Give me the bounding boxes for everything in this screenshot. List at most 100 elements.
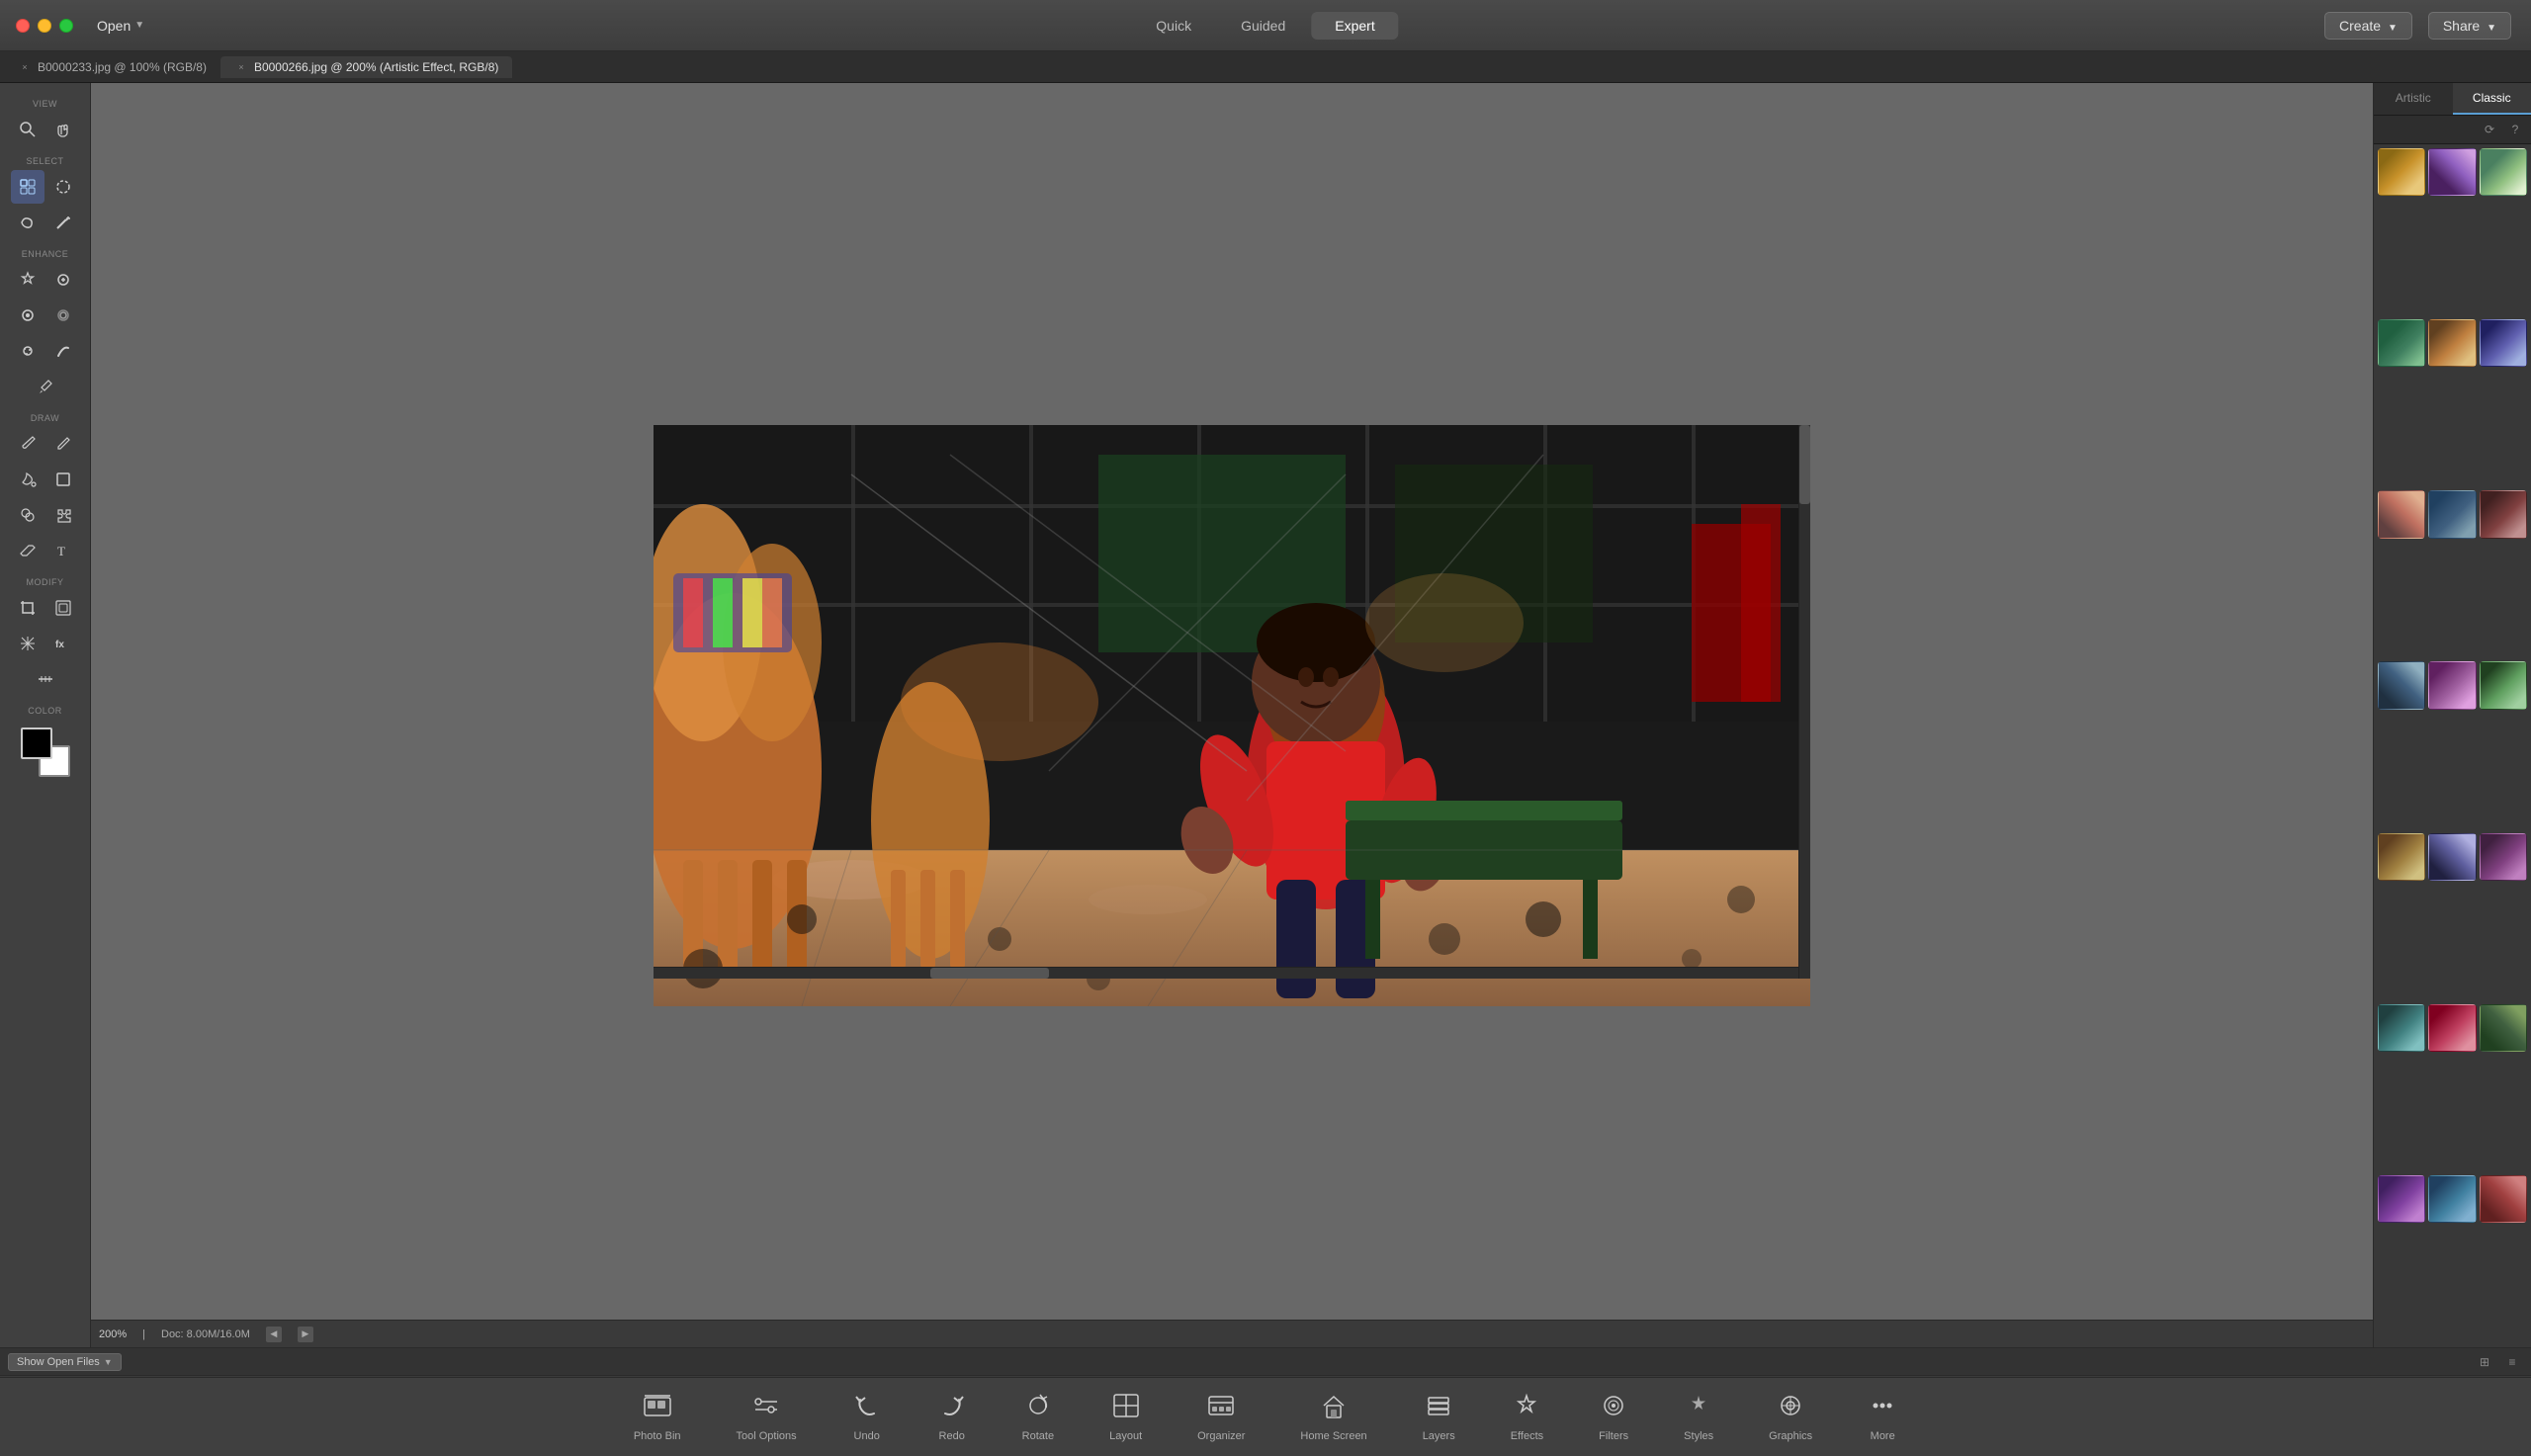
artistic-tab[interactable]: Artistic bbox=[2374, 83, 2453, 115]
clone-tool[interactable] bbox=[11, 498, 44, 532]
effect-thumb-16[interactable] bbox=[2378, 1004, 2425, 1052]
effect-thumb-14[interactable] bbox=[2428, 833, 2476, 881]
shape-tool[interactable] bbox=[46, 463, 80, 496]
effect-thumb-8[interactable] bbox=[2428, 490, 2476, 538]
effect-thumb-7[interactable] bbox=[2378, 490, 2425, 538]
effect-thumb-5[interactable] bbox=[2428, 319, 2476, 367]
jigsaw-tool[interactable] bbox=[46, 498, 80, 532]
redo-button[interactable]: Redo bbox=[910, 1384, 995, 1450]
zoom-tool[interactable] bbox=[11, 113, 44, 146]
effect-thumb-1[interactable] bbox=[2378, 148, 2425, 196]
straighten-tool[interactable] bbox=[29, 662, 62, 696]
magic-wand-tool[interactable] bbox=[46, 206, 80, 239]
share-button[interactable]: Share ▼ bbox=[2428, 12, 2511, 40]
panel-reset-icon[interactable]: ⟳ bbox=[2480, 120, 2499, 139]
hand-tool[interactable] bbox=[46, 113, 80, 146]
effect-thumb-20[interactable] bbox=[2428, 1175, 2476, 1223]
effect-thumb-11[interactable] bbox=[2428, 661, 2476, 709]
foreground-color-swatch[interactable] bbox=[21, 728, 52, 759]
next-nav-button[interactable]: ▶ bbox=[298, 1327, 313, 1342]
dropdown-chevron-icon: ▼ bbox=[104, 1357, 113, 1367]
close-tab-1-icon[interactable]: × bbox=[18, 60, 32, 74]
file-tab-1[interactable]: × B0000233.jpg @ 100% (RGB/8) bbox=[4, 56, 220, 78]
color-section bbox=[0, 720, 90, 785]
filters-button[interactable]: Filters bbox=[1571, 1384, 1656, 1450]
prev-nav-button[interactable]: ◀ bbox=[266, 1327, 282, 1342]
organizer-button[interactable]: Organizer bbox=[1170, 1384, 1272, 1450]
artwork-canvas bbox=[654, 425, 1810, 1006]
effect-thumb-13[interactable] bbox=[2378, 833, 2425, 881]
smudge-tool[interactable] bbox=[46, 334, 80, 368]
transform-tool[interactable] bbox=[11, 627, 44, 660]
bin-list-view-button[interactable]: ⊞ bbox=[2474, 1351, 2495, 1373]
show-open-files-dropdown[interactable]: Show Open Files ▼ bbox=[8, 1353, 122, 1371]
bin-grid-view-button[interactable]: ≡ bbox=[2501, 1351, 2523, 1373]
effect-thumb-3[interactable] bbox=[2480, 148, 2527, 196]
share-chevron-icon: ▼ bbox=[2487, 23, 2496, 34]
tab-expert[interactable]: Expert bbox=[1311, 12, 1398, 40]
effect-thumb-4[interactable] bbox=[2378, 319, 2425, 367]
eyedropper-tool[interactable] bbox=[29, 370, 62, 403]
canvas-area: 200% | Doc: 8.00M/16.0M ◀ ▶ bbox=[91, 83, 2373, 1347]
home-screen-button[interactable]: Home Screen bbox=[1272, 1384, 1394, 1450]
layout-button[interactable]: Layout bbox=[1082, 1384, 1170, 1450]
effect-thumb-9[interactable] bbox=[2480, 490, 2527, 538]
vertical-scrollbar[interactable] bbox=[1798, 425, 1810, 979]
effect-thumb-17[interactable] bbox=[2428, 1004, 2476, 1052]
brush-tool[interactable] bbox=[11, 427, 44, 461]
styles-button[interactable]: Styles bbox=[1656, 1384, 1741, 1450]
maximize-button[interactable] bbox=[59, 19, 73, 33]
layers-button[interactable]: Layers bbox=[1395, 1384, 1483, 1450]
enhance-tool[interactable] bbox=[11, 263, 44, 297]
eraser-tool[interactable] bbox=[11, 534, 44, 567]
crop-tool[interactable] bbox=[11, 591, 44, 625]
close-button[interactable] bbox=[16, 19, 30, 33]
tab-guided[interactable]: Guided bbox=[1217, 12, 1309, 40]
classic-tab[interactable]: Classic bbox=[2453, 83, 2531, 115]
text-tool[interactable]: T bbox=[46, 534, 80, 567]
spot-heal-tool[interactable] bbox=[46, 263, 80, 297]
lasso-tool[interactable] bbox=[11, 206, 44, 239]
open-button[interactable]: Open ▼ bbox=[89, 14, 152, 38]
red-eye-tool[interactable] bbox=[11, 299, 44, 332]
graphics-icon bbox=[1776, 1392, 1805, 1426]
pencil-tool[interactable] bbox=[46, 427, 80, 461]
more-button[interactable]: More bbox=[1840, 1384, 1925, 1450]
sponge-tool[interactable] bbox=[11, 334, 44, 368]
effect-thumb-19[interactable] bbox=[2378, 1175, 2425, 1223]
effect-thumb-2[interactable] bbox=[2428, 148, 2476, 196]
create-label: Create bbox=[2339, 18, 2381, 34]
effect-thumb-12[interactable] bbox=[2480, 661, 2527, 709]
enhance-tools-row-2 bbox=[11, 299, 80, 332]
effect-thumb-10[interactable] bbox=[2378, 661, 2425, 709]
recompose-tool[interactable] bbox=[46, 591, 80, 625]
move-tool[interactable] bbox=[11, 170, 44, 204]
tab-quick[interactable]: Quick bbox=[1132, 12, 1215, 40]
h-scroll-thumb[interactable] bbox=[930, 968, 1049, 979]
color-swatches[interactable] bbox=[21, 728, 70, 777]
undo-button[interactable]: Undo bbox=[825, 1384, 910, 1450]
panel-help-icon[interactable]: ? bbox=[2505, 120, 2525, 139]
minimize-button[interactable] bbox=[38, 19, 51, 33]
rotate-button[interactable]: Rotate bbox=[995, 1384, 1082, 1450]
effect-thumb-15[interactable] bbox=[2480, 833, 2527, 881]
v-scroll-thumb[interactable] bbox=[1799, 425, 1810, 504]
horizontal-scrollbar[interactable] bbox=[654, 967, 1810, 979]
paint-bucket-tool[interactable] bbox=[11, 463, 44, 496]
create-button[interactable]: Create ▼ bbox=[2324, 12, 2412, 40]
tool-options-button[interactable]: Tool Options bbox=[709, 1384, 825, 1450]
effects-button[interactable]: Effects bbox=[1483, 1384, 1571, 1450]
fx-tool[interactable]: fx bbox=[46, 627, 80, 660]
graphics-button[interactable]: Graphics bbox=[1741, 1384, 1840, 1450]
file-tab-2[interactable]: × B0000266.jpg @ 200% (Artistic Effect, … bbox=[220, 56, 512, 78]
close-tab-2-icon[interactable]: × bbox=[234, 60, 248, 74]
photo-bin-button[interactable]: Photo Bin bbox=[606, 1384, 709, 1450]
effect-thumb-21[interactable] bbox=[2480, 1175, 2527, 1223]
right-panel: Artistic Classic ⟳ ? bbox=[2373, 83, 2531, 1347]
open-label: Open bbox=[97, 18, 131, 34]
effect-thumb-18[interactable] bbox=[2480, 1004, 2527, 1052]
tool-options-label: Tool Options bbox=[737, 1430, 797, 1442]
quick-select-tool[interactable] bbox=[46, 170, 80, 204]
effect-thumb-6[interactable] bbox=[2480, 319, 2527, 367]
blur-tool[interactable] bbox=[46, 299, 80, 332]
